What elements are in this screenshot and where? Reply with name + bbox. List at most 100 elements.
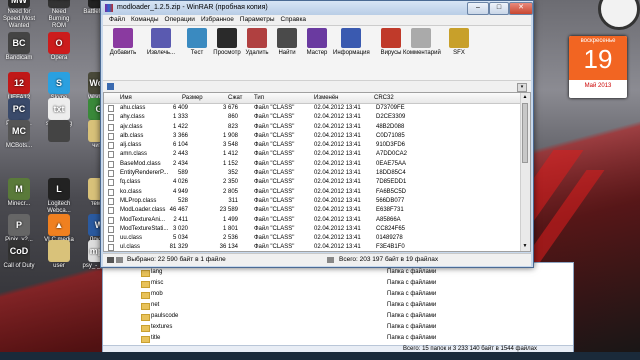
file-icon bbox=[108, 142, 114, 150]
desktop-icon[interactable]: BC Bandicam bbox=[1, 32, 37, 62]
table-row[interactable]: fq.class 4 026 2 350 Файл "CLASS" 02.04.2012… bbox=[104, 178, 522, 187]
desktop-icon-image: MC bbox=[8, 120, 30, 142]
scroll-down-icon[interactable]: ▼ bbox=[522, 243, 528, 250]
vertical-scrollbar[interactable]: ▲ ▼ bbox=[520, 93, 530, 251]
desktop-icon-label: Logitech Webca... bbox=[47, 201, 71, 214]
desktop-icon-image: ROM bbox=[48, 0, 70, 8]
column-size[interactable]: Размер bbox=[182, 95, 203, 101]
cell-crc: 910D3FD6 bbox=[376, 142, 406, 149]
column-name[interactable]: Имя bbox=[120, 95, 132, 101]
desktop-icon[interactable]: NfS MWNeed for Speed Most Wanted bbox=[1, 0, 37, 30]
toolbar-button[interactable]: SFX bbox=[441, 28, 477, 56]
path-bar[interactable]: ▾ bbox=[103, 80, 531, 92]
table-row[interactable]: amn.class 2 443 1 412 Файл "CLASS" 02.04.201… bbox=[104, 150, 522, 159]
desktop-icon-label: user bbox=[53, 263, 65, 269]
folder-type: Папка с файлами bbox=[387, 324, 437, 330]
up-folder-icon[interactable] bbox=[107, 83, 114, 90]
maximize-button[interactable]: □ bbox=[489, 2, 509, 15]
table-row[interactable]: ajv.class 1 422 823 Файл "CLASS" 02.04.2012 … bbox=[104, 123, 522, 132]
menu-item[interactable]: Справка bbox=[281, 15, 307, 25]
desktop-icon[interactable]: user bbox=[41, 240, 77, 270]
winrar-app-icon[interactable] bbox=[105, 4, 113, 12]
title-bar[interactable]: modloader_1.2.5.zip - WinRAR (пробная ко… bbox=[101, 1, 533, 15]
menu-item[interactable]: Файл bbox=[109, 15, 125, 25]
cell-size: 46 467 bbox=[169, 207, 188, 214]
toolbar-button[interactable]: Комментарий bbox=[403, 28, 441, 56]
calendar-month-year: Май 2013 bbox=[584, 83, 612, 89]
cell-name: amn.class bbox=[120, 151, 148, 158]
column-crc32[interactable]: CRC32 bbox=[374, 95, 394, 101]
table-row[interactable]: alb.class 3 366 1 908 Файл "CLASS" 02.04.201… bbox=[104, 132, 522, 141]
desktop-icon[interactable]: MC MCBots... bbox=[1, 120, 37, 150]
table-row[interactable]: ModLoader.class 46 467 23 589 Файл "CLASS" 0… bbox=[104, 206, 522, 215]
cell-type: Файл "CLASS" bbox=[254, 235, 295, 242]
table-row[interactable]: alj.class 6 104 3 548 Файл "CLASS" 02.04.201… bbox=[104, 141, 522, 150]
desktop-icon[interactable] bbox=[41, 120, 77, 143]
desktop-icon-image: PC bbox=[8, 98, 30, 120]
table-row[interactable]: ahu.class 6 409 3 676 Файл "CLASS" 02.04.201… bbox=[104, 104, 522, 113]
file-icon bbox=[108, 114, 114, 122]
table-row[interactable]: uu.class 5 034 2 536 Файл "CLASS" 02.04.2012… bbox=[104, 234, 522, 243]
desktop-icon-image: NfS MW bbox=[8, 0, 30, 8]
cell-packed: 2 350 bbox=[222, 179, 238, 186]
cell-modified: 02.04.2012 13:41 bbox=[314, 225, 361, 232]
desktop-icon[interactable]: O Opera bbox=[41, 32, 77, 62]
file-icon bbox=[108, 235, 114, 243]
toolbar-button[interactable]: Мастер bbox=[299, 28, 335, 56]
desktop-icon-image: CoD bbox=[8, 240, 30, 262]
menu-item[interactable]: Команды bbox=[131, 15, 159, 25]
virus-scan-icon bbox=[381, 28, 401, 48]
desktop-icon[interactable]: L Logitech Webca... bbox=[41, 178, 77, 215]
cell-modified: 02.04.2012 13:41 bbox=[314, 105, 361, 111]
scroll-thumb[interactable] bbox=[522, 103, 528, 163]
view-glasses-icon bbox=[217, 28, 237, 48]
toolbar: Добавить Извлечь... Тест Просмотр Удалить Най… bbox=[103, 26, 531, 80]
cell-size: 3 366 bbox=[172, 132, 188, 139]
cell-packed: 352 bbox=[227, 170, 238, 177]
calendar-gadget[interactable]: воскресенье 19 Май 2013 bbox=[569, 36, 627, 98]
cell-name: ModTextureAni... bbox=[120, 216, 166, 223]
cell-modified: 02.04.2012 13:41 bbox=[314, 197, 361, 204]
file-icon bbox=[108, 197, 114, 205]
table-row[interactable]: ahy.class 1 333 860 Файл "CLASS" 02.04.2012 … bbox=[104, 113, 522, 122]
menu-bar: Файл Команды Операции Избранное Параметры Спр… bbox=[103, 15, 531, 26]
menu-item[interactable]: Избранное bbox=[201, 15, 234, 25]
table-row[interactable]: ul.class 81 329 36 134 Файл "CLASS" 02.04.20… bbox=[104, 243, 522, 251]
cell-name: ahu.class bbox=[120, 105, 146, 111]
cell-size: 5 034 bbox=[172, 235, 188, 242]
desktop-icon-image: S bbox=[48, 72, 70, 94]
column-packed[interactable]: Сжат bbox=[228, 95, 242, 101]
folder-icon bbox=[141, 314, 150, 321]
table-row[interactable]: ModTextureAni... 2 411 1 499 Файл "CLASS" 02… bbox=[104, 216, 522, 225]
table-row[interactable]: MLProp.class 528 311 Файл "CLASS" 02.04.2012… bbox=[104, 197, 522, 206]
table-row[interactable]: BaseMod.class 2 434 1 152 Файл "CLASS" 02.04… bbox=[104, 160, 522, 169]
cell-crc: D73709FE bbox=[376, 105, 405, 111]
key-icon[interactable] bbox=[116, 257, 123, 263]
table-row[interactable]: EntityRendererP... 589 352 Файл "CLASS" 02.0… bbox=[104, 169, 522, 178]
table-row[interactable]: ModTextureStati... 3 020 1 801 Файл "CLASS"… bbox=[104, 225, 522, 234]
toolbar-button[interactable]: Информация bbox=[333, 28, 370, 56]
file-icon bbox=[108, 225, 114, 233]
minimize-button[interactable]: – bbox=[467, 2, 489, 15]
menu-item[interactable]: Операции bbox=[165, 15, 195, 25]
cell-name: ko.class bbox=[120, 188, 142, 195]
menu-item[interactable]: Параметры bbox=[240, 15, 275, 25]
toolbar-button[interactable]: Добавить bbox=[105, 28, 141, 56]
calendar-day: 19 bbox=[583, 44, 613, 74]
cell-packed: 23 589 bbox=[219, 207, 238, 214]
desktop-icon[interactable]: M Minecr... bbox=[1, 178, 37, 208]
toolbar-button[interactable]: Извлечь... bbox=[143, 28, 179, 56]
column-type[interactable]: Тип bbox=[254, 95, 264, 101]
drive-icon[interactable] bbox=[107, 257, 114, 263]
desktop-icon[interactable]: ROMNeed Burning ROM bbox=[41, 0, 77, 30]
scroll-up-icon[interactable]: ▲ bbox=[522, 94, 528, 101]
column-modified[interactable]: Изменён bbox=[314, 95, 339, 101]
desktop-icon[interactable]: CoD Call of Duty bbox=[1, 240, 37, 270]
cell-type: Файл "CLASS" bbox=[254, 132, 295, 139]
table-row[interactable]: ko.class 4 949 2 805 Файл "CLASS" 02.04.2012… bbox=[104, 188, 522, 197]
cell-modified: 02.04.2012 13:41 bbox=[314, 114, 361, 121]
cell-type: Файл "CLASS" bbox=[254, 188, 295, 195]
add-books-icon bbox=[113, 28, 133, 48]
close-button[interactable]: ✕ bbox=[509, 2, 533, 15]
chevron-down-icon[interactable]: ▾ bbox=[517, 83, 527, 92]
